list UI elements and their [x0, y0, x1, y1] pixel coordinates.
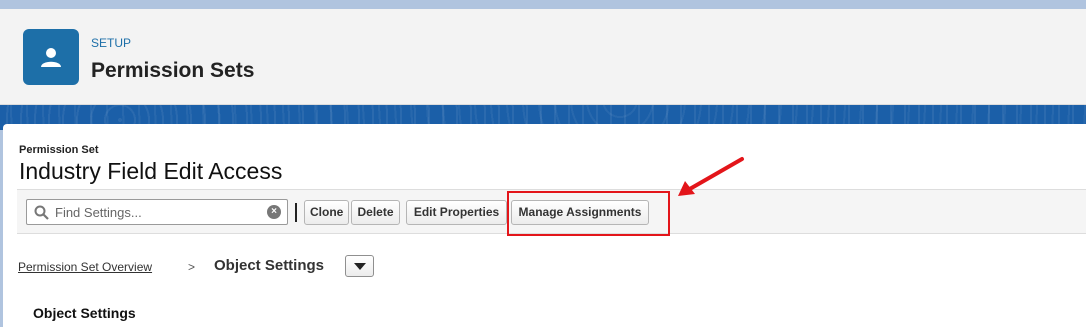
find-settings-input[interactable]: [55, 203, 255, 221]
breadcrumb-current: Object Settings: [214, 257, 325, 274]
breadcrumb-overview-link[interactable]: Permission Set Overview: [18, 260, 152, 274]
record-name: Industry Field Edit Access: [19, 158, 283, 184]
clear-search-icon[interactable]: ×: [267, 205, 281, 219]
search-icon: [34, 205, 49, 220]
top-strip: [0, 0, 1086, 9]
breadcrumb-separator: >: [188, 260, 196, 274]
user-icon: [23, 29, 79, 85]
setup-header: SETUP Permission Sets: [0, 9, 1086, 105]
section-heading: Object Settings: [33, 305, 136, 321]
edit-properties-button[interactable]: Edit Properties: [406, 200, 507, 225]
delete-button[interactable]: Delete: [351, 200, 400, 225]
annotation-highlight-box: [507, 191, 670, 236]
page-title: Permission Sets: [91, 59, 255, 82]
annotation-arrow-icon: [678, 157, 744, 196]
clone-button[interactable]: Clone: [304, 200, 349, 225]
setup-label: SETUP: [91, 36, 132, 50]
chevron-down-icon: [354, 263, 366, 270]
find-settings-box[interactable]: ×: [26, 199, 288, 225]
breadcrumb-dropdown-button[interactable]: [345, 255, 374, 277]
toolbar-divider: [295, 203, 297, 222]
record-type-label: Permission Set: [19, 144, 99, 156]
